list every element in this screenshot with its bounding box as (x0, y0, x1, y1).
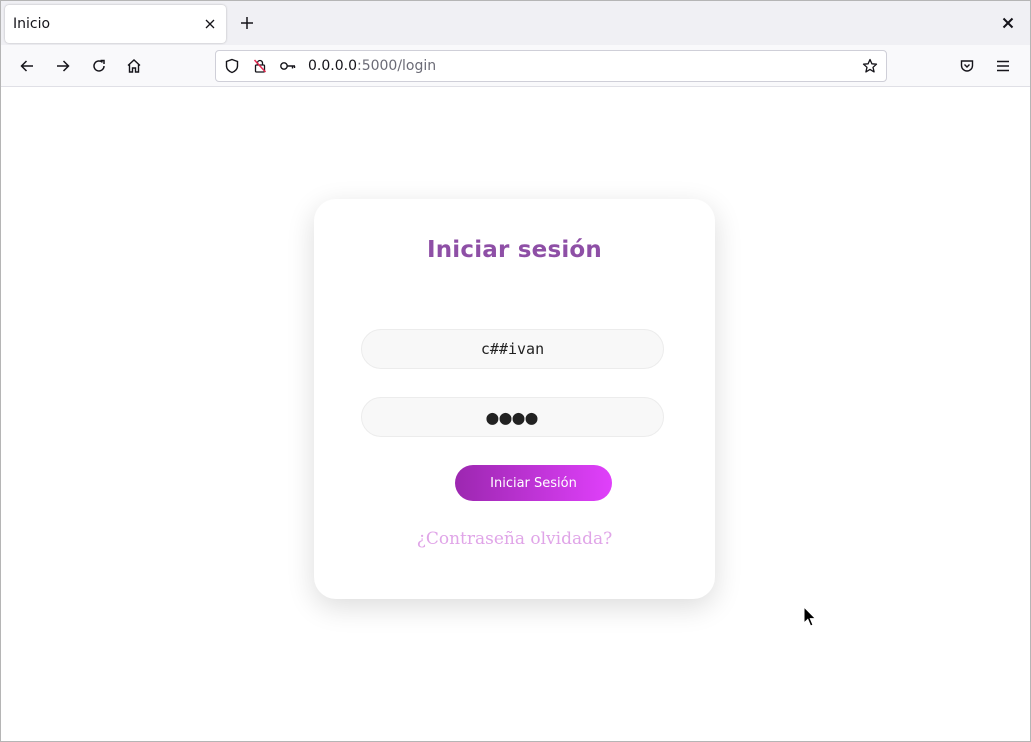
close-icon[interactable] (198, 12, 222, 36)
url-host: 0.0.0.0 (308, 58, 357, 74)
navigation-toolbar: 0.0.0.0:5000/login (1, 45, 1030, 87)
insecure-lock-icon[interactable] (250, 56, 270, 76)
reload-icon[interactable] (84, 51, 114, 81)
key-icon[interactable] (278, 56, 298, 76)
tab-title: Inicio (13, 16, 51, 32)
arrow-right-icon[interactable] (48, 51, 78, 81)
tab-inicio[interactable]: Inicio (5, 5, 226, 43)
hamburger-menu-icon[interactable] (988, 51, 1018, 81)
arrow-left-icon[interactable] (12, 51, 42, 81)
mouse-cursor-icon (803, 606, 817, 628)
plus-icon[interactable] (235, 11, 259, 35)
url-text: 0.0.0.0:5000/login (308, 58, 858, 74)
url-path: :5000/login (356, 58, 437, 74)
pocket-icon[interactable] (952, 51, 982, 81)
shield-icon[interactable] (222, 56, 242, 76)
tab-strip: Inicio (1, 1, 1030, 45)
forgot-password-link[interactable]: ¿Contraseña olvidada? (314, 529, 715, 549)
page-content: Iniciar sesión c##ivan ●●●● Iniciar Sesi… (1, 88, 1030, 741)
page-title: Iniciar sesión (426, 237, 603, 263)
browser-window: Inicio 0.0.0.0:5000/login Iniciar sesión… (0, 0, 1031, 742)
home-icon[interactable] (119, 51, 149, 81)
login-button[interactable]: Iniciar Sesión (455, 465, 612, 501)
close-icon[interactable] (996, 11, 1020, 35)
username-input[interactable]: c##ivan (361, 329, 664, 369)
address-bar[interactable]: 0.0.0.0:5000/login (215, 50, 887, 82)
login-card: Iniciar sesión c##ivan ●●●● Iniciar Sesi… (314, 199, 715, 599)
password-input[interactable]: ●●●● (361, 397, 664, 437)
star-icon[interactable] (858, 54, 882, 78)
